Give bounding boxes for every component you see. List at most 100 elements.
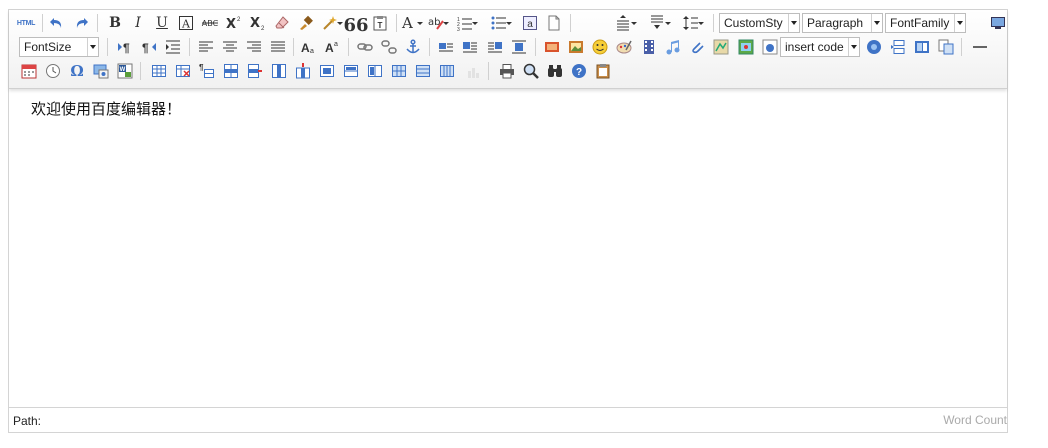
row-spacing-bottom-icon[interactable] (648, 12, 672, 34)
justify-right-icon[interactable] (244, 36, 264, 58)
clear-doc-icon[interactable] (544, 12, 564, 34)
emotion-icon[interactable] (590, 36, 610, 58)
merge-cells-icon[interactable] (317, 60, 337, 82)
split-to-cells-icon[interactable] (389, 60, 409, 82)
link-icon[interactable] (355, 36, 375, 58)
svg-text:2: 2 (237, 17, 241, 23)
ordered-list-icon[interactable]: 123 (455, 12, 479, 34)
highlight-color-icon[interactable]: ab (426, 12, 450, 34)
tolowercase-icon[interactable]: Aa (323, 36, 343, 58)
drafts-icon[interactable] (593, 60, 613, 82)
undo-icon[interactable] (47, 12, 67, 34)
music-icon[interactable] (663, 36, 683, 58)
custom-style-select[interactable]: CustomSty (719, 13, 800, 33)
welcome-text[interactable]: 欢迎使用百度编辑器！ (31, 98, 181, 119)
svg-text:¶: ¶ (199, 63, 204, 72)
charts-icon[interactable] (463, 60, 483, 82)
print-icon[interactable] (497, 60, 517, 82)
insert-frame-icon[interactable] (760, 36, 780, 58)
justify-full-icon[interactable] (268, 36, 288, 58)
insert-code-value: insert code (785, 40, 844, 54)
insert-col-icon[interactable] (269, 60, 289, 82)
svg-text:X: X (226, 17, 236, 31)
map-icon[interactable] (711, 36, 731, 58)
insert-table-icon[interactable] (149, 60, 169, 82)
image-left-icon[interactable] (460, 36, 480, 58)
unordered-list-icon[interactable] (489, 12, 513, 34)
paste-plain-icon[interactable]: T (370, 12, 390, 34)
word-image-icon[interactable]: W (115, 60, 135, 82)
insert-code-select[interactable]: insert code (780, 37, 860, 57)
subscript-icon[interactable]: X2 (248, 12, 268, 34)
touppercase-icon[interactable]: Aa (299, 36, 319, 58)
time-icon[interactable] (43, 60, 63, 82)
background-icon[interactable] (912, 36, 932, 58)
merge-right-icon[interactable] (341, 60, 361, 82)
toolbar-separator (42, 14, 43, 32)
page-break-icon[interactable] (888, 36, 908, 58)
blockquote-icon[interactable]: 66 (343, 12, 368, 35)
attachment-icon[interactable] (687, 36, 707, 58)
help-icon[interactable]: ? (569, 60, 589, 82)
line-height-icon[interactable] (681, 12, 705, 34)
editor-toolbar: HTML B I U A ABC X2 X2 66 T A ab 1 2 3 a… (9, 10, 1007, 89)
bold-icon[interactable]: B (105, 12, 125, 34)
delete-table-icon[interactable] (173, 60, 193, 82)
special-chars-icon[interactable]: Ω (67, 60, 87, 82)
indent-icon[interactable] (163, 36, 183, 58)
delete-row-icon[interactable] (245, 60, 265, 82)
strikethrough-icon[interactable]: ABC (200, 12, 220, 34)
merge-down-icon[interactable] (365, 60, 385, 82)
toolbar-separator (429, 38, 430, 56)
font-family-select[interactable]: FontFamily (885, 13, 966, 33)
image-none-icon[interactable] (436, 36, 456, 58)
font-family-value: FontFamily (890, 16, 950, 30)
delete-col-icon[interactable] (293, 60, 313, 82)
insert-row-icon[interactable] (221, 60, 241, 82)
webapp-icon[interactable] (864, 36, 884, 58)
snapscreen-icon[interactable] (91, 60, 111, 82)
redo-icon[interactable] (71, 12, 91, 34)
superscript-icon[interactable]: X2 (224, 12, 244, 34)
scrawl-icon[interactable] (614, 36, 634, 58)
search-replace-icon[interactable] (545, 60, 565, 82)
ltr-icon[interactable]: ¶ (115, 36, 135, 58)
justify-left-icon[interactable] (196, 36, 216, 58)
toolbar-separator (107, 38, 108, 56)
simple-upload-icon[interactable] (542, 36, 562, 58)
font-size-select[interactable]: FontSize (19, 37, 99, 57)
source-html-icon[interactable]: HTML (15, 12, 37, 34)
editor-content-area[interactable]: 欢迎使用百度编辑器！ (9, 89, 1007, 408)
font-color-icon[interactable]: A (400, 12, 424, 34)
auto-typeset-icon[interactable] (320, 12, 344, 34)
toolbar-separator (396, 14, 397, 32)
italic-icon[interactable]: I (128, 12, 148, 34)
format-brush-icon[interactable] (296, 12, 316, 34)
image-right-icon[interactable] (485, 36, 505, 58)
horizontal-rule-icon[interactable] (970, 36, 990, 58)
paragraph-select[interactable]: Paragraph (802, 13, 883, 33)
svg-text:W: W (120, 67, 126, 73)
select-all-icon[interactable]: a (520, 12, 540, 34)
insert-image-icon[interactable] (566, 36, 586, 58)
fullscreen-icon[interactable] (988, 12, 1008, 34)
template-icon[interactable] (936, 36, 956, 58)
word-count-label: Word Count (943, 413, 1007, 427)
anchor-icon[interactable] (403, 36, 423, 58)
preview-icon[interactable] (521, 60, 541, 82)
eraser-icon[interactable] (272, 12, 292, 34)
split-to-cols-icon[interactable] (437, 60, 457, 82)
rtl-icon[interactable]: ¶ (139, 36, 159, 58)
row-spacing-top-icon[interactable] (614, 12, 638, 34)
insert-paragraph-before-table-icon[interactable]: ¶ (197, 60, 217, 82)
justify-center-icon[interactable] (220, 36, 240, 58)
underline-icon[interactable]: U (152, 12, 172, 34)
insert-video-icon[interactable] (639, 36, 659, 58)
font-border-icon[interactable]: A (176, 12, 196, 34)
svg-text:A: A (301, 41, 310, 55)
date-icon[interactable] (19, 60, 39, 82)
image-center-icon[interactable] (509, 36, 529, 58)
unlink-icon[interactable] (379, 36, 399, 58)
gmap-icon[interactable] (736, 36, 756, 58)
split-to-rows-icon[interactable] (413, 60, 433, 82)
